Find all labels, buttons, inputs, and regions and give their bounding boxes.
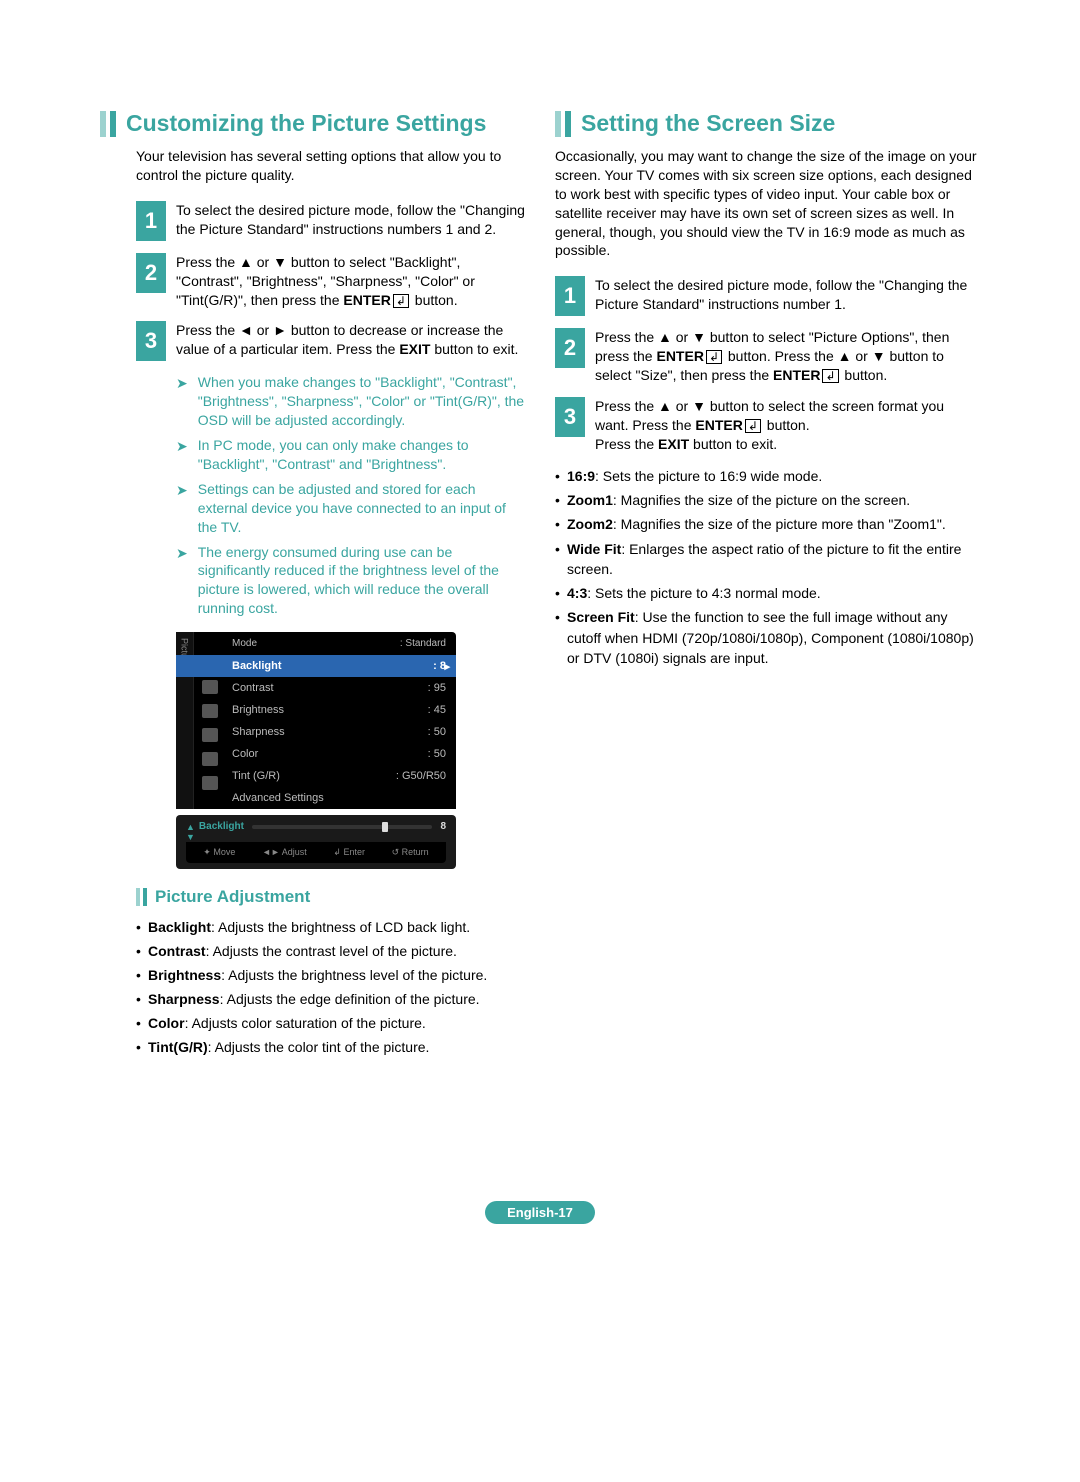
enter-icon [820, 367, 840, 383]
left-title-row: Customizing the Picture Settings [100, 110, 525, 137]
list-item: Wide Fit: Enlarges the aspect ratio of t… [555, 539, 980, 580]
step-text: To select the desired picture mode, foll… [595, 276, 980, 314]
enter-icon [743, 417, 763, 433]
right-title-row: Setting the Screen Size [555, 110, 980, 137]
step-text: Press the ▲ or ▼ button to select "Pictu… [595, 328, 980, 385]
slider-value: 8 [440, 821, 446, 832]
left-step-3: 3 Press the ◄ or ► button to decrease or… [136, 321, 525, 361]
step-text: Press the ▲ or ▼ button to select "Backl… [176, 253, 525, 310]
note-item: ➤Settings can be adjusted and stored for… [176, 480, 525, 537]
step-number: 2 [555, 328, 585, 368]
list-item: Screen Fit: Use the function to see the … [555, 607, 980, 668]
up-down-icon: ▲ [186, 822, 195, 832]
list-item: Color: Adjusts color saturation of the p… [136, 1013, 525, 1034]
left-intro: Your television has several setting opti… [136, 147, 525, 185]
list-item: Backlight: Adjusts the brightness of LCD… [136, 917, 525, 938]
screen-size-definitions: 16:9: Sets the picture to 16:9 wide mode… [555, 466, 980, 669]
note-item: ➤The energy consumed during use can be s… [176, 543, 525, 619]
osd-row-selected: Backlight: 8 [176, 655, 456, 677]
enter-icon [704, 348, 724, 364]
step-number: 1 [555, 276, 585, 316]
left-step-1: 1 To select the desired picture mode, fo… [136, 201, 525, 241]
note-arrow-icon: ➤ [176, 375, 188, 392]
list-item: Zoom2: Magnifies the size of the picture… [555, 514, 980, 534]
slider-bar [252, 825, 433, 829]
note-arrow-icon: ➤ [176, 438, 188, 455]
right-intro: Occasionally, you may want to change the… [555, 147, 980, 260]
step-number: 1 [136, 201, 166, 241]
left-title: Customizing the Picture Settings [126, 110, 486, 137]
list-item: Sharpness: Adjusts the edge definition o… [136, 989, 525, 1010]
right-title: Setting the Screen Size [581, 110, 835, 137]
left-step-2: 2 Press the ▲ or ▼ button to select "Bac… [136, 253, 525, 310]
right-column: Setting the Screen Size Occasionally, yo… [555, 110, 980, 1061]
list-item: 16:9: Sets the picture to 16:9 wide mode… [555, 466, 980, 486]
title-bar-icon [100, 111, 116, 137]
note-arrow-icon: ➤ [176, 482, 188, 499]
list-item: 4:3: Sets the picture to 4:3 normal mode… [555, 583, 980, 603]
list-item: Contrast: Adjusts the contrast level of … [136, 941, 525, 962]
osd-hints: ✦ Move ◄► Adjust ↲ Enter ↺ Return [186, 842, 446, 863]
slider-label: Backlight [199, 821, 244, 832]
notes-list: ➤When you make changes to "Backlight", "… [176, 373, 525, 618]
page-number-badge: English-17 [485, 1201, 595, 1224]
left-column: Customizing the Picture Settings Your te… [100, 110, 525, 1061]
step-text: Press the ▲ or ▼ button to select the sc… [595, 397, 980, 454]
osd-screenshot: Picture Mode: Standard Backlight: 8 Cont… [176, 632, 456, 869]
note-item: ➤In PC mode, you can only make changes t… [176, 436, 525, 474]
title-bar-icon [555, 111, 571, 137]
step-number: 3 [136, 321, 166, 361]
list-item: Zoom1: Magnifies the size of the picture… [555, 490, 980, 510]
list-item: Brightness: Adjusts the brightness level… [136, 965, 525, 986]
right-step-1: 1 To select the desired picture mode, fo… [555, 276, 980, 316]
step-text: To select the desired picture mode, foll… [176, 201, 525, 239]
enter-icon [391, 292, 411, 308]
note-item: ➤When you make changes to "Backlight", "… [176, 373, 525, 430]
step-text: Press the ◄ or ► button to decrease or i… [176, 321, 525, 359]
right-step-3: 3 Press the ▲ or ▼ button to select the … [555, 397, 980, 454]
note-arrow-icon: ➤ [176, 545, 188, 562]
list-item: Tint(G/R): Adjusts the color tint of the… [136, 1037, 525, 1058]
picture-adjustment-heading: Picture Adjustment [136, 887, 525, 907]
subhead-bar-icon [136, 888, 147, 906]
adjustment-list: Backlight: Adjusts the brightness of LCD… [136, 917, 525, 1058]
right-step-2: 2 Press the ▲ or ▼ button to select "Pic… [555, 328, 980, 385]
step-number: 2 [136, 253, 166, 293]
osd-slider-panel: ▲ Backlight 8 ▼ ✦ Move ◄► Adjust ↲ Enter… [176, 815, 456, 869]
step-number: 3 [555, 397, 585, 437]
